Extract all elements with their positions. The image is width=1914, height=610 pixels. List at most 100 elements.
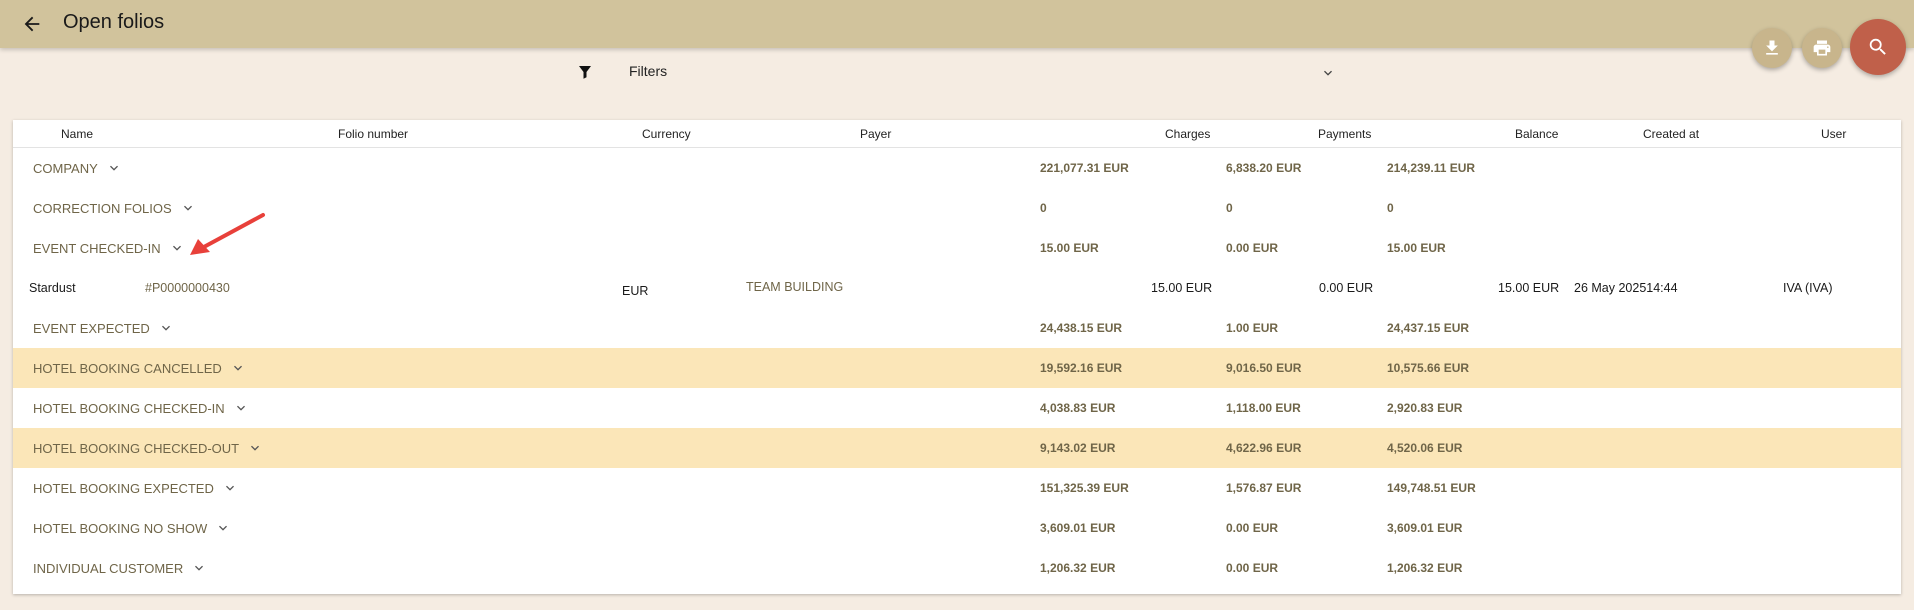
group-row[interactable]: CORRECTION FOLIOS 0 0 0 <box>13 188 1901 228</box>
print-icon <box>1813 40 1831 56</box>
group-label: HOTEL BOOKING EXPECTED <box>33 480 214 496</box>
group-charges: 3,609.01 EUR <box>1040 521 1116 535</box>
group-charges: 15.00 EUR <box>1040 241 1099 255</box>
top-app-bar: Open folios <box>0 0 1914 48</box>
group-balance: 1,206.32 EUR <box>1387 561 1463 575</box>
group-balance: 149,748.51 EUR <box>1387 481 1476 495</box>
group-charges: 4,038.83 EUR <box>1040 401 1116 415</box>
column-header-user[interactable]: User <box>1821 127 1846 141</box>
column-header-currency[interactable]: Currency <box>642 127 691 141</box>
folio-payments: 0.00 EUR <box>1319 281 1374 295</box>
download-button[interactable] <box>1752 28 1792 68</box>
chevron-down-icon <box>161 325 170 331</box>
page-title: Open folios <box>63 11 165 33</box>
group-payments: 0.00 EUR <box>1226 241 1279 255</box>
folio-payer-link[interactable]: TEAM BUILDING <box>746 280 843 294</box>
group-payments: 4,622.96 EUR <box>1226 441 1302 455</box>
group-row[interactable]: HOTEL BOOKING CANCELLED 19,592.16 EUR 9,01… <box>13 348 1901 388</box>
group-row[interactable]: INDIVIDUAL CUSTOMER 1,206.32 EUR 0.00 EUR 1… <box>13 548 1901 588</box>
chevron-down-icon <box>251 445 260 451</box>
column-header-created-at[interactable]: Created at <box>1643 127 1699 141</box>
group-toggle[interactable]: EVENT CHECKED-IN <box>33 240 185 256</box>
folio-currency: EUR <box>622 284 649 298</box>
chevron-down-icon <box>219 525 228 531</box>
chevron-down-icon <box>225 485 234 491</box>
chevron-down-icon <box>172 245 181 251</box>
group-toggle[interactable]: EVENT EXPECTED <box>33 320 174 336</box>
filters-label: Filters <box>629 63 668 79</box>
group-balance: 214,239.11 EUR <box>1387 161 1476 175</box>
folio-balance: 15.00 EUR <box>1498 281 1560 295</box>
group-payments: 0.00 EUR <box>1226 521 1279 535</box>
search-button[interactable] <box>1850 19 1906 75</box>
group-label: HOTEL BOOKING CANCELLED <box>33 360 222 376</box>
group-charges: 19,592.16 EUR <box>1040 361 1123 375</box>
group-payments: 1,576.87 EUR <box>1226 481 1302 495</box>
column-header-payments[interactable]: Payments <box>1318 127 1371 141</box>
group-toggle[interactable]: HOTEL BOOKING CANCELLED <box>33 360 246 376</box>
print-button[interactable] <box>1802 28 1842 68</box>
group-row[interactable]: EVENT CHECKED-IN 15.00 EUR 0.00 EUR 15.00 E… <box>13 228 1901 268</box>
search-icon <box>1869 38 1886 55</box>
group-payments: 9,016.50 EUR <box>1226 361 1302 375</box>
column-header-payer[interactable]: Payer <box>860 127 891 141</box>
column-header-name[interactable]: Name <box>61 127 93 141</box>
chevron-down-icon <box>109 165 118 171</box>
group-payments: 0.00 EUR <box>1226 561 1279 575</box>
folio-charges: 15.00 EUR <box>1151 281 1213 295</box>
group-label: HOTEL BOOKING CHECKED-IN <box>33 400 225 416</box>
folio-created-at: 26 May 202514:44 <box>1574 281 1678 295</box>
group-row[interactable]: EVENT EXPECTED 24,438.15 EUR 1.00 EUR 24,43… <box>13 308 1901 348</box>
group-row[interactable]: HOTEL BOOKING CHECKED-OUT 9,143.02 EUR 4,6… <box>13 428 1901 468</box>
group-label: HOTEL BOOKING CHECKED-OUT <box>33 440 240 456</box>
column-header-folio-number[interactable]: Folio number <box>338 127 408 141</box>
group-toggle[interactable]: HOTEL BOOKING CHECKED-OUT <box>33 440 263 456</box>
chevron-down-icon <box>195 565 204 571</box>
arrow-back-icon <box>24 16 40 32</box>
group-toggle[interactable]: CORRECTION FOLIOS <box>33 200 196 216</box>
group-row[interactable]: HOTEL BOOKING NO SHOW 3,609.01 EUR 0.00 EU… <box>13 508 1901 548</box>
folio-number-link[interactable]: #P0000000430 <box>145 281 230 295</box>
column-header-charges[interactable]: Charges <box>1165 127 1210 141</box>
filter-icon <box>579 66 591 79</box>
group-label: EVENT CHECKED-IN <box>33 240 161 256</box>
group-toggle[interactable]: HOTEL BOOKING EXPECTED <box>33 480 238 496</box>
group-balance: 10,575.66 EUR <box>1387 361 1470 375</box>
folio-user: IVA (IVA) <box>1783 281 1833 295</box>
group-balance: 15.00 EUR <box>1387 241 1446 255</box>
annotation-arrow <box>190 213 265 255</box>
group-balance: 0 <box>1387 201 1394 215</box>
group-label: CORRECTION FOLIOS <box>33 200 172 216</box>
group-payments: 1,118.00 EUR <box>1226 401 1301 415</box>
group-row[interactable]: HOTEL BOOKING EXPECTED 151,325.39 EUR 1,57… <box>13 468 1901 508</box>
folio-row[interactable]: Stardust #P0000000430 EUR TEAM BUILDING 15.0… <box>13 268 1901 308</box>
chevron-down-icon[interactable] <box>1320 65 1336 81</box>
group-charges: 1,206.32 EUR <box>1040 561 1116 575</box>
group-row[interactable]: COMPANY 221,077.31 EUR 6,838.20 EUR 214,239… <box>13 148 1901 188</box>
group-balance: 4,520.06 EUR <box>1387 441 1463 455</box>
group-balance: 3,609.01 EUR <box>1387 521 1463 535</box>
group-label: INDIVIDUAL CUSTOMER <box>33 560 184 576</box>
group-toggle[interactable]: COMPANY <box>33 160 122 176</box>
table-header: Name Folio number Currency Payer Charges… <box>13 120 1901 148</box>
folio-name: Stardust <box>29 281 76 295</box>
group-payments: 1.00 EUR <box>1226 321 1279 335</box>
group-row[interactable]: HOTEL BOOKING CHECKED-IN 4,038.83 EUR 1,11… <box>13 388 1901 428</box>
group-toggle[interactable]: HOTEL BOOKING NO SHOW <box>33 520 231 536</box>
group-balance: 2,920.83 EUR <box>1387 401 1463 415</box>
back-button[interactable] <box>16 8 48 40</box>
column-header-balance[interactable]: Balance <box>1515 127 1558 141</box>
group-label: EVENT EXPECTED <box>33 320 150 336</box>
group-toggle[interactable]: INDIVIDUAL CUSTOMER <box>33 560 207 576</box>
group-toggle[interactable]: HOTEL BOOKING CHECKED-IN <box>33 400 249 416</box>
download-icon <box>1766 40 1778 55</box>
group-label: HOTEL BOOKING NO SHOW <box>33 520 208 536</box>
group-balance: 24,437.15 EUR <box>1387 321 1470 335</box>
group-charges: 9,143.02 EUR <box>1040 441 1116 455</box>
group-label: COMPANY <box>33 160 98 176</box>
group-payments: 0 <box>1226 201 1233 215</box>
filters-expander[interactable]: Filters <box>568 54 1338 90</box>
group-payments: 6,838.20 EUR <box>1226 161 1302 175</box>
group-charges: 24,438.15 EUR <box>1040 321 1123 335</box>
chevron-down-icon <box>236 405 245 411</box>
